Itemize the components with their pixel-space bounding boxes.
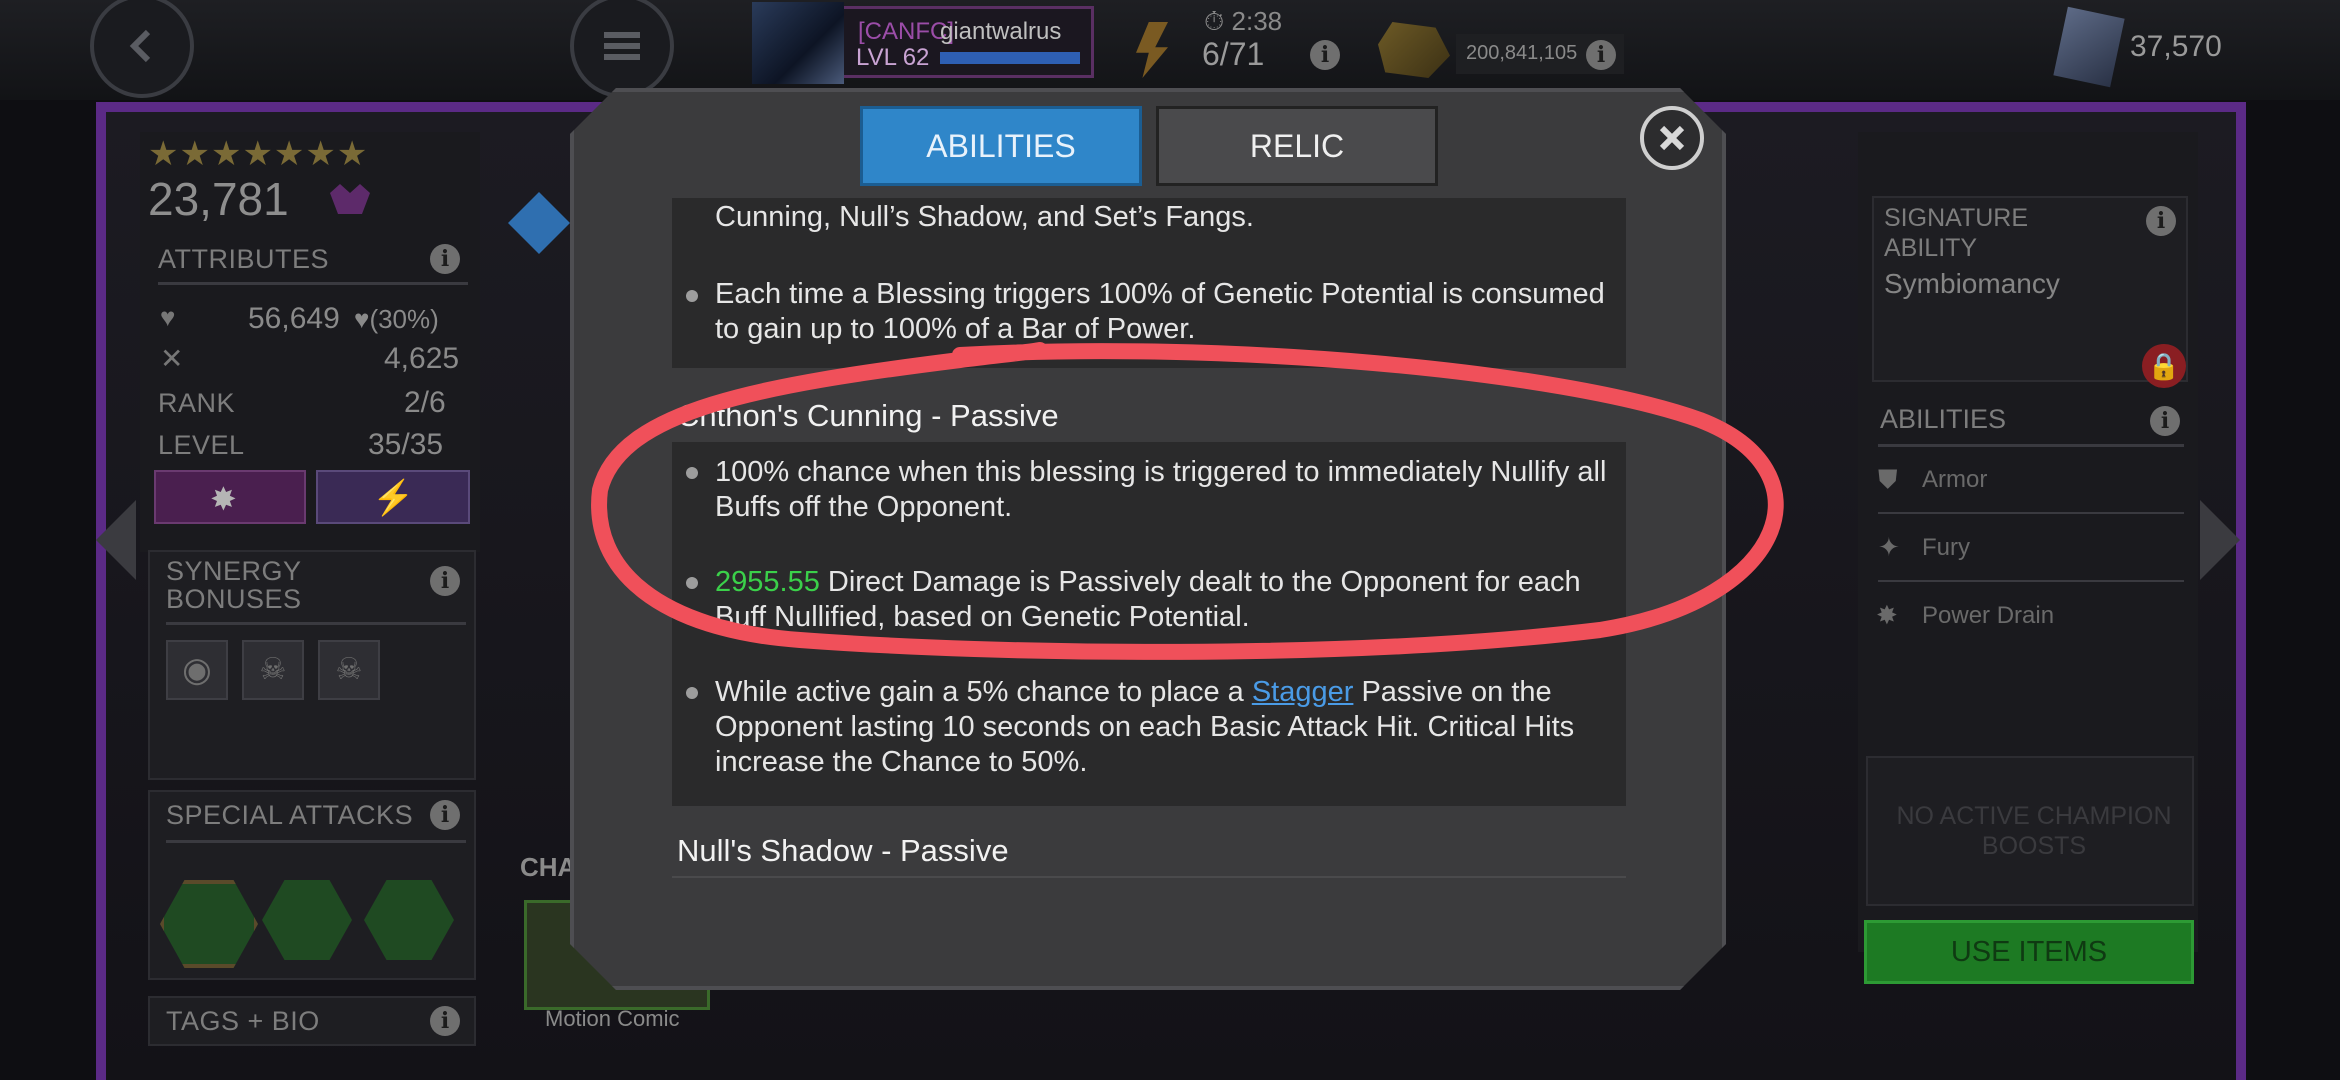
player-name: giantwalrus bbox=[940, 18, 1062, 45]
stagger-link[interactable]: Stagger bbox=[1252, 676, 1354, 708]
energy-info-icon[interactable]: i bbox=[1310, 40, 1340, 70]
close-button[interactable] bbox=[1640, 106, 1704, 170]
ability-text: Cunning, Null’s Shadow, and Set’s Fangs. bbox=[715, 201, 1254, 233]
awakened-button[interactable]: ⚡ bbox=[316, 470, 470, 524]
player-level: LVL 62 bbox=[856, 44, 930, 71]
use-items-label: USE ITEMS bbox=[1950, 935, 2108, 968]
divider bbox=[166, 622, 466, 625]
synergy-label-line1: SYNERGY bbox=[166, 556, 302, 586]
energy-timer: ⏱ 2:38 bbox=[1204, 6, 1282, 38]
bullet bbox=[686, 467, 698, 479]
tab-relic[interactable]: RELIC bbox=[1156, 106, 1438, 186]
section-title-nulls-shadow: Null's Shadow - Passive bbox=[677, 833, 1009, 868]
divider bbox=[672, 876, 1626, 878]
signature-label-line2: ABILITY bbox=[1884, 234, 1978, 262]
star-rating: ★★★★★★★ bbox=[148, 135, 369, 173]
ability-text: 2955.55 Direct Damage is Passively dealt… bbox=[715, 565, 1581, 600]
bullet bbox=[686, 687, 698, 699]
class-button[interactable]: ✸ bbox=[154, 470, 306, 524]
armor-icon: ⛊ bbox=[1878, 464, 1898, 494]
synergy-label-line2: BONUSES bbox=[166, 584, 302, 614]
cha-label: CHA bbox=[520, 852, 577, 882]
tags-bio-label: TAGS + BIO bbox=[166, 1006, 320, 1036]
rank-value: 2/6 bbox=[404, 386, 446, 419]
health-percent: ♥(30%) bbox=[354, 304, 439, 334]
lightning-shield-icon: ⚡ bbox=[372, 479, 415, 517]
signature-ability-name: Symbiomancy bbox=[1884, 268, 2060, 299]
ability-text: Buff Nullified, based on Genetic Potenti… bbox=[715, 601, 1250, 633]
attack-icon: ✕ bbox=[160, 343, 184, 374]
rank-label: RANK bbox=[158, 388, 236, 418]
divider bbox=[1878, 444, 2184, 447]
attributes-label: ATTRIBUTES bbox=[158, 244, 330, 274]
energy-timer-value: 2:38 bbox=[1231, 6, 1283, 36]
synergy-skull-icon[interactable]: ☠ bbox=[318, 640, 380, 700]
player-avatar[interactable] bbox=[752, 2, 844, 84]
tab-relic-label: RELIC bbox=[1249, 127, 1345, 164]
units-amount: 37,570 bbox=[2130, 30, 2222, 63]
ability-text: to gain up to 100% of a Bar of Power. bbox=[715, 313, 1196, 345]
ability-text-fragment: While active gain a 5% chance to place a bbox=[715, 676, 1252, 708]
ability-text: Buffs off the Opponent. bbox=[715, 491, 1013, 523]
tab-abilities-label: ABILITIES bbox=[926, 127, 1076, 164]
ability-text: increase the Chance to 50%. bbox=[715, 746, 1088, 778]
signature-label-line1: SIGNATURE bbox=[1884, 204, 2028, 232]
champion-rating: 23,781 bbox=[148, 173, 289, 225]
health-percent-value: (30%) bbox=[369, 304, 439, 334]
attack-value: 4,625 bbox=[384, 342, 460, 375]
boosts-box bbox=[1866, 756, 2194, 906]
stopwatch-icon: ⏱ bbox=[1204, 6, 1225, 36]
bullet bbox=[686, 290, 698, 302]
abilities-label: ABILITIES bbox=[1880, 404, 2007, 434]
tab-abilities[interactable]: ABILITIES bbox=[860, 106, 1142, 186]
ability-text: Opponent lasting 10 seconds on each Basi… bbox=[715, 711, 1575, 743]
health-value: 56,649 bbox=[248, 302, 340, 335]
top-bar bbox=[0, 0, 2340, 100]
divider bbox=[158, 282, 468, 285]
special-attacks-label: SPECIAL ATTACKS bbox=[166, 800, 414, 830]
signature-info-icon[interactable]: i bbox=[2146, 206, 2176, 236]
hamburger-icon bbox=[604, 32, 640, 60]
ability-power-drain: Power Drain bbox=[1922, 602, 2055, 629]
health-icon: ♥ bbox=[160, 302, 176, 332]
close-icon bbox=[1659, 125, 1685, 151]
divider bbox=[1878, 580, 2184, 582]
ability-text-fragment: Direct Damage is Passively dealt to the … bbox=[819, 566, 1581, 598]
special-attacks-info-icon[interactable]: i bbox=[430, 800, 460, 830]
no-boosts-line1: NO ACTIVE CHAMPION bbox=[1896, 802, 2172, 830]
ability-text: While active gain a 5% chance to place a… bbox=[715, 675, 1552, 710]
ability-text: 100% chance when this blessing is trigge… bbox=[715, 456, 1607, 488]
attributes-info-icon[interactable]: i bbox=[430, 244, 460, 274]
ability-text-fragment: Passive on the bbox=[1353, 676, 1552, 708]
burst-icon: ✸ bbox=[210, 481, 237, 517]
tags-bio-info-icon[interactable]: i bbox=[430, 1006, 460, 1036]
energy-count: 6/71 bbox=[1202, 36, 1265, 72]
xp-bar bbox=[940, 52, 1080, 64]
synergy-info-icon[interactable]: i bbox=[430, 566, 460, 596]
ability-armor: Armor bbox=[1922, 466, 1988, 493]
lock-icon: 🔒 bbox=[2142, 344, 2186, 388]
chevron-left-icon bbox=[129, 29, 151, 63]
synergy-eye-icon[interactable]: ◉ bbox=[166, 640, 228, 700]
gold-amount: 200,841,105 bbox=[1466, 42, 1578, 64]
power-drain-icon: ✸ bbox=[1876, 600, 1898, 630]
section-title-chthons-cunning: Chthon's Cunning - Passive bbox=[677, 398, 1059, 433]
divider bbox=[1878, 512, 2184, 514]
ability-fury: Fury bbox=[1922, 534, 1970, 561]
fury-icon: ✦ bbox=[1878, 532, 1900, 562]
motion-comic-label: Motion Comic bbox=[545, 1006, 680, 1031]
no-boosts-line2: BOOSTS bbox=[1981, 832, 2087, 860]
level-label: LEVEL bbox=[158, 430, 245, 460]
bullet bbox=[686, 577, 698, 589]
divider bbox=[166, 840, 466, 843]
use-items-button[interactable]: USE ITEMS bbox=[1864, 920, 2194, 984]
abilities-info-icon[interactable]: i bbox=[2150, 406, 2180, 436]
gold-info-icon[interactable]: i bbox=[1586, 40, 1616, 70]
synergy-skull-icon[interactable]: ☠ bbox=[242, 640, 304, 700]
damage-value: 2955.55 bbox=[715, 566, 820, 598]
level-value: 35/35 bbox=[368, 428, 444, 461]
ability-text: Each time a Blessing triggers 100% of Ge… bbox=[715, 278, 1605, 310]
